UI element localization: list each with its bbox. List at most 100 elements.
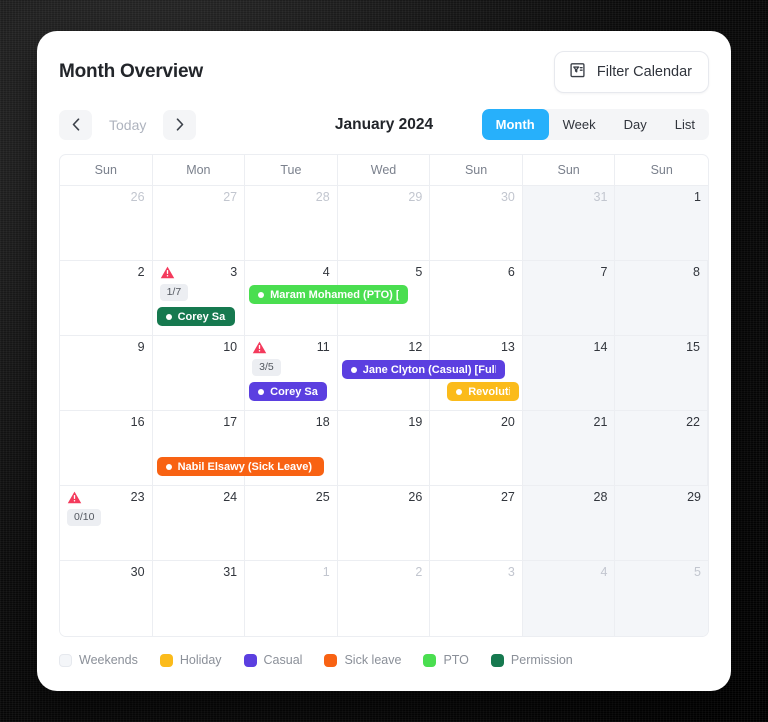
calendar-week-row: 16 17 18 19 20 21 22 Nabil Elsawy (Sick Leave) … bbox=[60, 411, 708, 486]
calendar-day-cell[interactable]: 4 bbox=[522, 561, 616, 636]
calendar-day-cell[interactable]: 2 bbox=[60, 261, 153, 335]
calendar-day-cell[interactable]: 21 bbox=[522, 411, 616, 485]
calendar-event-chip[interactable]: Corey Saris (Casu bbox=[249, 382, 328, 401]
calendar-week-row: 30 31 1 2 3 4 5 bbox=[60, 561, 708, 636]
legend-item: Sick leave bbox=[324, 653, 401, 667]
legend-swatch bbox=[324, 653, 338, 667]
warning-icon bbox=[67, 490, 82, 505]
day-number: 1 bbox=[694, 190, 701, 204]
prev-month-button[interactable] bbox=[59, 109, 92, 140]
event-dot-icon bbox=[165, 463, 172, 470]
calendar-day-cell[interactable]: 5 bbox=[615, 561, 708, 636]
capacity-badge: 1/7 bbox=[159, 284, 189, 301]
event-dot-icon bbox=[258, 388, 265, 395]
calendar-day-cell[interactable]: 31 bbox=[522, 186, 616, 260]
day-number: 14 bbox=[593, 340, 608, 354]
calendar-day-cell[interactable]: 31 bbox=[152, 561, 246, 636]
filter-calendar-button[interactable]: Filter Calendar bbox=[553, 51, 709, 93]
day-number: 28 bbox=[593, 490, 608, 504]
view-button-week[interactable]: Week bbox=[549, 109, 610, 140]
calendar-event-chip[interactable]: Revolution Day bbox=[447, 382, 519, 401]
calendar-event-chip[interactable]: Nabil Elsawy (Sick Leave) [Full day] bbox=[156, 457, 325, 476]
calendar-week-row: 231/745678Maram Mohamed (PTO) [Full day]… bbox=[60, 261, 708, 336]
calendar-day-cell[interactable]: 26 bbox=[60, 186, 153, 260]
event-dot-icon bbox=[258, 291, 265, 298]
calendar-day-cell[interactable]: 3 bbox=[430, 561, 523, 636]
day-number: 9 bbox=[137, 340, 145, 354]
calendar-day-cell[interactable]: 27 bbox=[152, 186, 246, 260]
calendar-week-row: 23 0/10 24 25 26 27 28 29 bbox=[60, 486, 708, 561]
view-button-month[interactable]: Month bbox=[481, 109, 549, 140]
calendar-day-cell[interactable]: 7 bbox=[522, 261, 616, 335]
calendar-day-cell[interactable]: 15 bbox=[615, 336, 708, 410]
day-number: 19 bbox=[408, 415, 423, 429]
calendar-day-cell[interactable]: 24 bbox=[152, 486, 246, 560]
legend-label: Holiday bbox=[179, 653, 222, 667]
event-label: Corey Saris (Casu bbox=[270, 385, 318, 398]
calendar-day-cell[interactable]: 2 bbox=[337, 561, 431, 636]
calendar-day-cell[interactable]: 29 bbox=[337, 186, 431, 260]
calendar-event-chip[interactable]: Corey Saris (Perm bbox=[156, 307, 235, 326]
calendar-day-cell[interactable]: 9 bbox=[60, 336, 153, 410]
legend-swatch bbox=[159, 653, 173, 667]
view-button-day[interactable]: Day bbox=[610, 109, 661, 140]
view-button-list[interactable]: List bbox=[661, 109, 709, 140]
calendar-day-cell[interactable]: 8 bbox=[615, 261, 708, 335]
day-number: 15 bbox=[686, 340, 700, 354]
legend-label: PTO bbox=[443, 653, 469, 667]
calendar-day-cell[interactable]: 26 bbox=[337, 486, 431, 560]
calendar-weeks: 26 27 28 29 30 31 1 2 3 1/7 4 5 6 7 8 Maram Mohamed (PT… bbox=[60, 186, 708, 636]
calendar-day-cell[interactable]: 19 bbox=[337, 411, 431, 485]
calendar-grid: Sun Mon Tue Wed Sun Sun Sun 26 27 28 29 30 31 1 2 3 1/7… bbox=[59, 154, 709, 637]
event-label: Corey Saris (Perm bbox=[177, 310, 226, 323]
calendar-day-cell[interactable]: 20 bbox=[430, 411, 523, 485]
calendar-day-cell[interactable]: 16 bbox=[60, 411, 153, 485]
calendar-day-cell[interactable]: 30 bbox=[60, 561, 153, 636]
warning-icon bbox=[67, 491, 82, 504]
chevron-right-icon bbox=[176, 118, 184, 131]
filter-calendar-label: Filter Calendar bbox=[596, 64, 692, 80]
calendar-day-cell[interactable]: 22 bbox=[615, 411, 708, 485]
event-label: Maram Mohamed (PTO) [Full day] bbox=[270, 288, 399, 301]
today-button[interactable]: Today bbox=[92, 117, 163, 133]
legend-swatch bbox=[490, 653, 504, 667]
legend-label: Casual bbox=[263, 653, 303, 667]
nav-group: Today bbox=[59, 109, 197, 140]
calendar-day-cell[interactable]: 1 bbox=[615, 186, 708, 260]
calendar-day-cell[interactable]: 25 bbox=[245, 486, 338, 560]
calendar-day-cell[interactable]: 23 0/10 bbox=[60, 486, 153, 560]
card-header: Month Overview Filter Calendar bbox=[37, 31, 731, 93]
legend-item: Casual bbox=[243, 653, 303, 667]
calendar-day-cell[interactable]: 1 bbox=[245, 561, 338, 636]
calendar-day-cell[interactable]: 6 bbox=[430, 261, 523, 335]
event-label: Jane Clyton (Casual) [Full day] bbox=[362, 363, 496, 376]
calendar-event-chip[interactable]: Jane Clyton (Casual) [Full day] bbox=[341, 360, 505, 379]
legend-swatch bbox=[59, 653, 72, 667]
day-number: 31 bbox=[593, 190, 608, 204]
calendar-day-cell[interactable]: 27 bbox=[430, 486, 523, 560]
day-number: 26 bbox=[408, 490, 423, 504]
warning-icon bbox=[252, 340, 267, 355]
next-month-button[interactable] bbox=[163, 109, 197, 140]
day-header-2: Tue bbox=[245, 155, 338, 185]
calendar-day-cell[interactable]: 28 bbox=[522, 486, 616, 560]
day-number: 25 bbox=[315, 490, 330, 504]
day-number: 26 bbox=[130, 190, 145, 204]
calendar-day-cell[interactable]: 10 bbox=[152, 336, 246, 410]
calendar-event-chip[interactable]: Maram Mohamed (PTO) [Full day] bbox=[249, 285, 408, 304]
legend-item: Weekends bbox=[59, 653, 138, 667]
chevron-left-icon bbox=[72, 118, 79, 131]
day-header-3: Wed bbox=[338, 155, 431, 185]
legend-item: Permission bbox=[490, 653, 573, 667]
legend-label: Permission bbox=[510, 653, 573, 667]
legend-label: Sick leave bbox=[344, 653, 402, 667]
calendar-day-cell[interactable]: 28 bbox=[245, 186, 338, 260]
day-number: 13 bbox=[500, 340, 515, 354]
calendar-day-cell[interactable]: 30 bbox=[430, 186, 523, 260]
month-overview-card: Month Overview Filter Calendar Today Jan… bbox=[37, 31, 731, 691]
day-number: 27 bbox=[223, 190, 238, 204]
day-number: 29 bbox=[687, 490, 701, 504]
calendar-day-cell[interactable]: 29 bbox=[615, 486, 708, 560]
legend-swatch bbox=[243, 653, 257, 667]
calendar-day-cell[interactable]: 14 bbox=[522, 336, 616, 410]
